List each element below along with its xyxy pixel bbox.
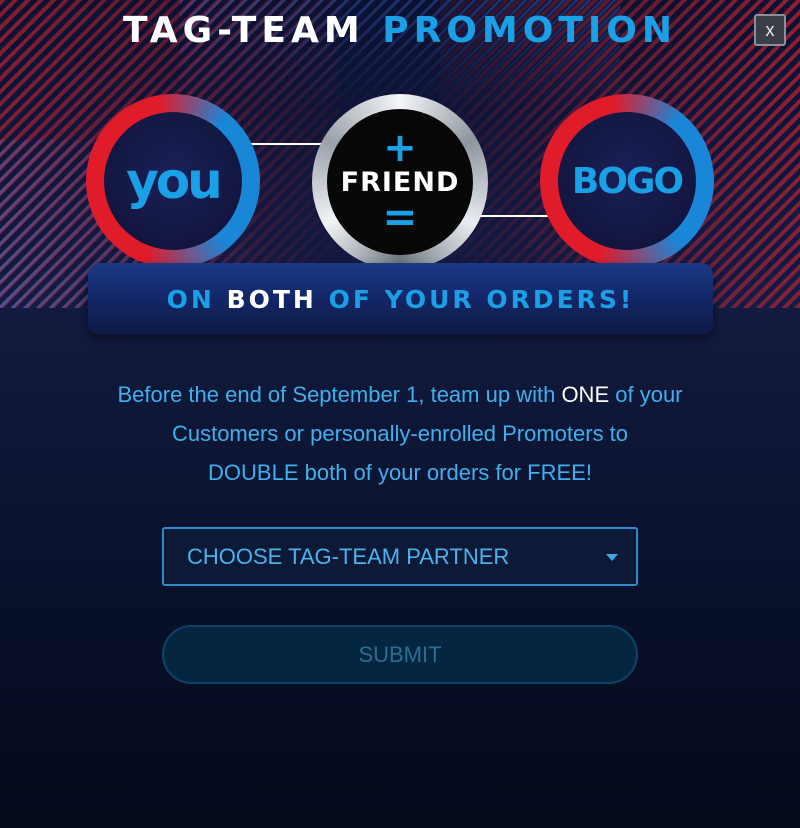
you-circle: you [86,94,260,268]
title-part-2: PROMOTION [382,10,678,51]
submit-label: SUBMIT [358,641,442,667]
equals-icon: = [382,192,418,241]
partner-select[interactable]: CHOOSE TAG-TEAM PARTNER [162,527,638,586]
close-button[interactable]: x [754,14,786,46]
banner-part-2: BOTH [226,284,317,314]
caret-down-icon [606,554,618,561]
modal-title: TAG-TEAM PROMOTION [0,10,800,51]
description-line-1: Before the end of September 1, team up w… [60,375,740,414]
promo-description: Before the end of September 1, team up w… [60,375,740,492]
banner-part-3: OF YOUR ORDERS! [328,284,635,314]
description-highlight: ONE [561,382,610,407]
partner-select-value: CHOOSE TAG-TEAM PARTNER [187,544,510,569]
bogo-circle: BOGO [540,94,714,268]
banner-part-1: ON [166,284,215,314]
submit-button[interactable]: SUBMIT [162,625,638,684]
description-text: Before the end of September 1, team up w… [117,382,556,407]
description-line-3: DOUBLE both of your orders for FREE! [208,460,592,485]
bogo-label: BOGO [571,160,684,202]
description-text: of your [615,382,683,407]
close-icon: x [765,19,775,40]
description-line-2: Customers or personally-enrolled Promote… [171,421,629,446]
plus-icon: + [383,125,417,171]
you-label: you [126,152,223,210]
title-part-1: TAG-TEAM [122,10,365,51]
offer-banner: ON BOTH OF YOUR ORDERS! [88,263,713,335]
friend-circle: + FRIEND = [312,94,488,270]
